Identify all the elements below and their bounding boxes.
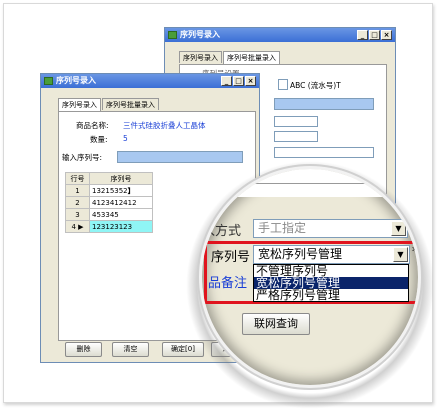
row-number: 4 ▶ (65, 220, 90, 233)
serial-cell[interactable]: 4123412412 (89, 196, 153, 209)
serial-management-label: 序列号 (211, 250, 251, 265)
serial-input-label: 输入序列号: (62, 153, 103, 162)
dropdown-option-strict[interactable]: 严格序列号管理 (254, 289, 408, 301)
serial-cell-selected[interactable]: 123123123 (89, 220, 153, 233)
front-window-titlebar: 序列号录入 _ □ × (41, 74, 259, 88)
entry-method-label: 入方式 (202, 224, 242, 239)
table-row[interactable]: 2 4123412412 (65, 196, 153, 209)
serial-cell[interactable]: 13215352】 (89, 184, 153, 197)
chevron-down-icon[interactable]: ▼ (391, 221, 406, 236)
tab-serial-batch[interactable]: 序列号批量录入 (102, 98, 159, 110)
quantity-value: 5 (123, 134, 128, 143)
serial-table: 行号 序列号 1 13215352】 2 4123412412 3 453345… (65, 172, 153, 233)
back-field-3[interactable] (274, 116, 318, 127)
chevron-down-icon[interactable]: ▼ (393, 247, 408, 262)
serial-input[interactable] (117, 151, 243, 163)
front-window-title: 序列号录入 (56, 76, 96, 85)
entry-method-select[interactable]: 手工指定 ▼ (253, 219, 408, 238)
tab-serial-batch[interactable]: 序列号批量录入 (223, 51, 280, 64)
row-number: 2 (65, 196, 90, 209)
minimize-button[interactable]: _ (357, 30, 368, 40)
table-row[interactable]: 4 ▶ 123123123 (65, 220, 153, 233)
back-serial-format-label: ABC (流水号)T (290, 81, 341, 90)
online-query-button[interactable]: 联网查询 (242, 313, 310, 335)
maximize-button[interactable]: □ (369, 30, 380, 40)
serial-cell[interactable]: 453345 (89, 208, 153, 221)
close-button[interactable]: × (381, 30, 392, 40)
product-name-value: 三件式硅胶折叠人工晶体 (123, 121, 206, 130)
text-cursor-icon: 】 (127, 186, 135, 195)
back-window-title: 序列号录入 (180, 30, 220, 39)
maximize-button[interactable]: □ (233, 76, 244, 86)
app-icon (44, 77, 53, 85)
clear-button[interactable]: 清空 (112, 342, 149, 357)
tab-serial-entry[interactable]: 序列号录入 (179, 51, 222, 63)
back-field-2[interactable] (274, 98, 374, 110)
product-name-label: 商品名称: (76, 121, 109, 130)
minimize-button[interactable]: _ (221, 76, 232, 86)
back-window-titlebar: 序列号录入 _ □ × (165, 28, 395, 42)
back-field-5[interactable] (274, 147, 374, 158)
column-header-row-no: 行号 (65, 172, 90, 185)
confirm-button[interactable]: 确定[0] (162, 342, 204, 357)
product-note-label: 品备注 (208, 276, 248, 291)
quantity-label: 数量: (90, 135, 108, 144)
serial-management-dropdown: 不管理序列号 宽松序列号管理 严格序列号管理 (253, 264, 409, 302)
magnifier-lens: 入方式 手工指定 ▼ 序列号 宽松序列号管理 ▼ * 品备注 不管理序列号 宽松… (199, 166, 421, 388)
current-row-pointer-icon: ▶ (78, 222, 84, 231)
back-field-4[interactable] (274, 131, 318, 142)
magnified-divider (242, 183, 418, 184)
table-row[interactable]: 3 453345 (65, 208, 153, 221)
row-number: 1 (65, 184, 90, 197)
serial-management-select[interactable]: 宽松序列号管理 ▼ (253, 245, 410, 264)
delete-button[interactable]: 删除 (65, 342, 102, 357)
required-mark: * (412, 245, 419, 260)
close-button[interactable]: × (245, 76, 256, 86)
table-row[interactable]: 1 13215352】 (65, 184, 153, 197)
column-header-serial: 序列号 (89, 172, 153, 185)
row-number: 3 (65, 208, 90, 221)
app-icon (168, 31, 177, 39)
tab-serial-entry[interactable]: 序列号录入 (58, 98, 101, 111)
back-field-1[interactable] (278, 79, 288, 90)
